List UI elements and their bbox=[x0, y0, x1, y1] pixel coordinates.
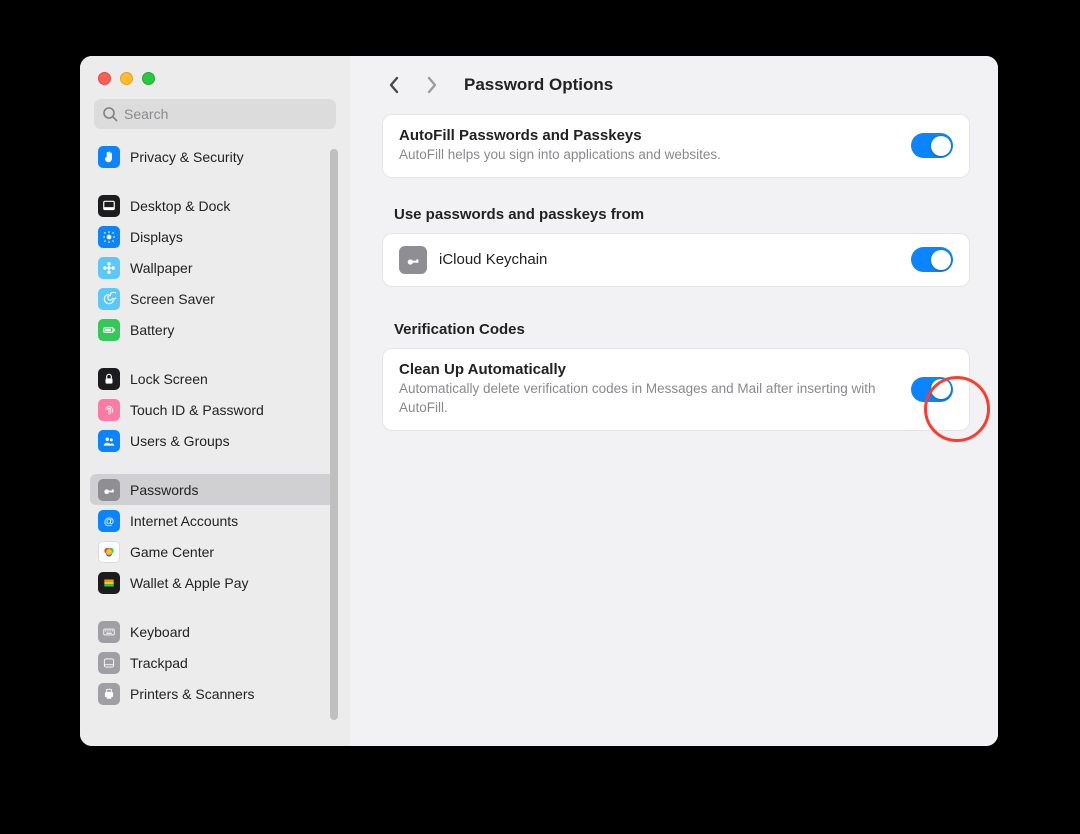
sidebar-item-displays[interactable]: Displays bbox=[90, 221, 334, 252]
svg-text:@: @ bbox=[104, 515, 114, 527]
sidebar-item-label: Screen Saver bbox=[130, 291, 215, 307]
autofill-card: AutoFill Passwords and Passkeys AutoFill… bbox=[382, 114, 970, 178]
key-icon bbox=[399, 246, 427, 274]
page-title: Password Options bbox=[464, 75, 613, 95]
lock-icon bbox=[98, 368, 120, 390]
key-icon bbox=[98, 479, 120, 501]
spiral-icon bbox=[98, 288, 120, 310]
settings-window: Privacy & Security Desktop & Dock Displays… bbox=[80, 56, 998, 746]
sidebar-item-label: Wallet & Apple Pay bbox=[130, 575, 249, 591]
sidebar-scrollbar[interactable] bbox=[330, 149, 338, 720]
fingerprint-icon bbox=[98, 399, 120, 421]
dock-icon bbox=[98, 195, 120, 217]
sidebar-item-label: Users & Groups bbox=[130, 433, 230, 449]
sun-icon bbox=[98, 226, 120, 248]
flower-icon bbox=[98, 257, 120, 279]
battery-icon bbox=[98, 319, 120, 341]
close-window-button[interactable] bbox=[98, 72, 111, 85]
sidebar-item-label: Printers & Scanners bbox=[130, 686, 255, 702]
sidebar-item-label: Displays bbox=[130, 229, 183, 245]
hand-icon bbox=[98, 146, 120, 168]
sidebar-item-label: Touch ID & Password bbox=[130, 402, 264, 418]
sidebar-item-label: Trackpad bbox=[130, 655, 188, 671]
sidebar-item-touch-id-password[interactable]: Touch ID & Password bbox=[90, 394, 334, 425]
sidebar-item-internet-accounts[interactable]: @ Internet Accounts bbox=[90, 505, 334, 536]
window-controls bbox=[90, 70, 340, 99]
cleanup-card: Clean Up Automatically Automatically del… bbox=[382, 348, 970, 431]
sidebar-item-label: Battery bbox=[130, 322, 174, 338]
sidebar-item-label: Internet Accounts bbox=[130, 513, 238, 529]
users-icon bbox=[98, 430, 120, 452]
sidebar-item-label: Game Center bbox=[130, 544, 214, 560]
sidebar-item-desktop-dock[interactable]: Desktop & Dock bbox=[90, 190, 334, 221]
icloud-keychain-label: iCloud Keychain bbox=[439, 251, 899, 268]
sidebar-item-label: Wallpaper bbox=[130, 260, 193, 276]
icloud-keychain-toggle[interactable] bbox=[911, 247, 953, 272]
sidebar-item-keyboard[interactable]: Keyboard bbox=[90, 616, 334, 647]
search-input[interactable] bbox=[94, 99, 336, 129]
gamecenter-icon bbox=[98, 541, 120, 563]
codes-section-label: Verification Codes bbox=[394, 321, 970, 338]
cleanup-title: Clean Up Automatically bbox=[399, 361, 897, 378]
sidebar-scroll[interactable]: Privacy & Security Desktop & Dock Displays… bbox=[90, 141, 340, 736]
autofill-subtitle: AutoFill helps you sign into application… bbox=[399, 146, 897, 165]
sidebar-item-screen-saver[interactable]: Screen Saver bbox=[90, 283, 334, 314]
forward-button[interactable] bbox=[420, 71, 444, 99]
maximize-window-button[interactable] bbox=[142, 72, 155, 85]
main-pane: Password Options AutoFill Passwords and … bbox=[350, 56, 998, 746]
keyboard-icon bbox=[98, 621, 120, 643]
sidebar-item-wallet-apple-pay[interactable]: Wallet & Apple Pay bbox=[90, 567, 334, 598]
sidebar-item-privacy-security[interactable]: Privacy & Security bbox=[90, 141, 334, 172]
autofill-toggle[interactable] bbox=[911, 133, 953, 158]
sidebar-item-game-center[interactable]: Game Center bbox=[90, 536, 334, 567]
sidebar-item-label: Passwords bbox=[130, 482, 198, 498]
cleanup-toggle[interactable] bbox=[911, 377, 953, 402]
printer-icon bbox=[98, 683, 120, 705]
wallet-icon bbox=[98, 572, 120, 594]
sidebar-item-printers-scanners[interactable]: Printers & Scanners bbox=[90, 678, 334, 709]
sidebar-item-lock-screen[interactable]: Lock Screen bbox=[90, 363, 334, 394]
back-button[interactable] bbox=[382, 71, 406, 99]
at-icon: @ bbox=[98, 510, 120, 532]
search-icon bbox=[102, 106, 118, 122]
autofill-title: AutoFill Passwords and Passkeys bbox=[399, 127, 897, 144]
main-header: Password Options bbox=[382, 56, 970, 114]
sources-card: iCloud Keychain bbox=[382, 233, 970, 287]
sidebar-item-battery[interactable]: Battery bbox=[90, 314, 334, 345]
sidebar-item-label: Privacy & Security bbox=[130, 149, 244, 165]
sidebar-item-label: Keyboard bbox=[130, 624, 190, 640]
sidebar-item-trackpad[interactable]: Trackpad bbox=[90, 647, 334, 678]
trackpad-icon bbox=[98, 652, 120, 674]
search-wrap bbox=[94, 99, 336, 129]
cleanup-subtitle: Automatically delete verification codes … bbox=[399, 380, 897, 418]
sources-section-label: Use passwords and passkeys from bbox=[394, 206, 970, 223]
sidebar-item-passwords[interactable]: Passwords bbox=[90, 474, 334, 505]
sidebar-item-users-groups[interactable]: Users & Groups bbox=[90, 425, 334, 456]
sidebar: Privacy & Security Desktop & Dock Displays… bbox=[80, 56, 350, 746]
sidebar-item-label: Lock Screen bbox=[130, 371, 208, 387]
sidebar-item-label: Desktop & Dock bbox=[130, 198, 230, 214]
minimize-window-button[interactable] bbox=[120, 72, 133, 85]
sidebar-item-wallpaper[interactable]: Wallpaper bbox=[90, 252, 334, 283]
